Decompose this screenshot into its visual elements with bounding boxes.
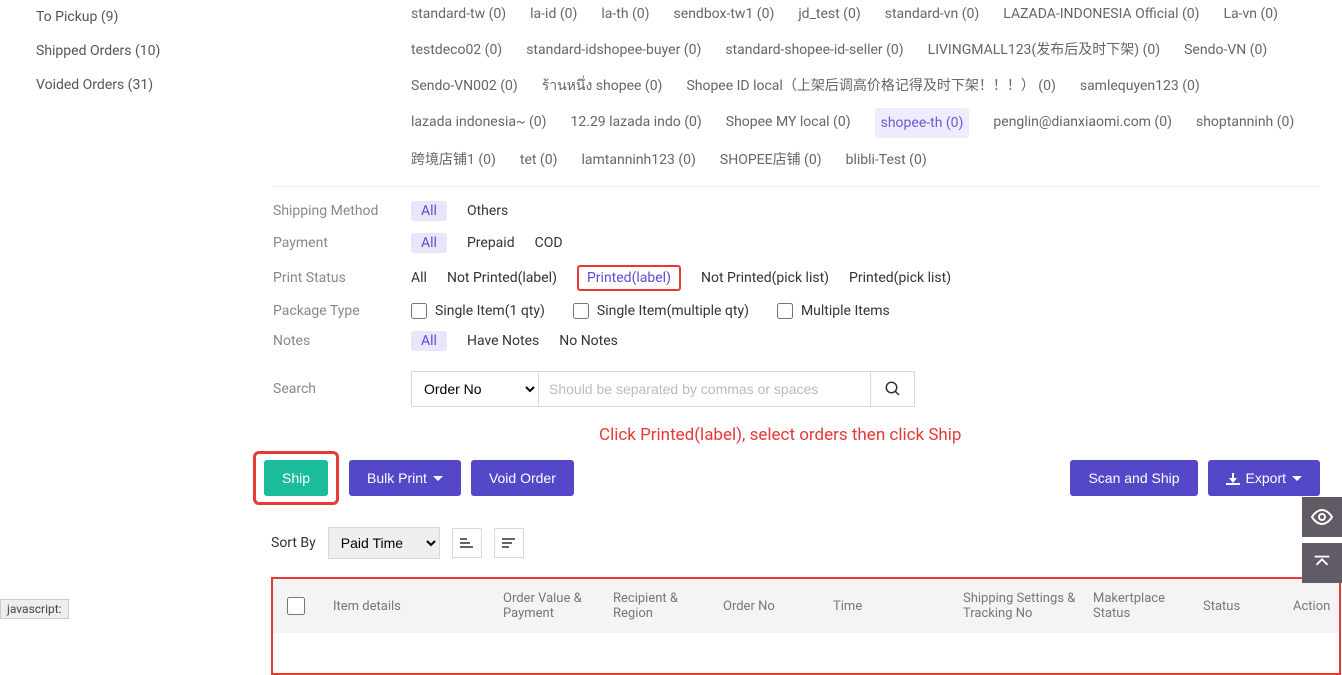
sort-desc-button[interactable] — [494, 528, 524, 558]
notes-have[interactable]: Have Notes — [467, 333, 539, 349]
notes-label: Notes — [273, 333, 411, 349]
col-order-value: Order Value & Payment — [503, 591, 603, 621]
store-item[interactable]: standard-shopee-id-seller (0) — [725, 36, 903, 64]
sidebar-item-voided-orders[interactable]: Voided Orders (31) — [18, 68, 248, 102]
payment-cod[interactable]: COD — [535, 235, 563, 251]
store-item[interactable]: standard-tw (0) — [411, 0, 506, 28]
col-marketplace-status: Makertplace Status — [1093, 591, 1193, 621]
store-item[interactable]: sendbox-tw1 (0) — [674, 0, 775, 28]
void-order-button[interactable]: Void Order — [471, 460, 574, 496]
status-bar-text: javascript: — [0, 599, 69, 619]
payment-prepaid[interactable]: Prepaid — [467, 235, 515, 251]
store-item[interactable]: LAZADA-INDONESIA Official (0) — [1003, 0, 1199, 28]
search-label: Search — [273, 381, 411, 397]
eye-float-button[interactable] — [1302, 497, 1342, 537]
table-body-empty — [271, 633, 1341, 675]
store-item[interactable]: lamtanninh123 (0) — [581, 146, 695, 174]
shipping-method-label: Shipping Method — [273, 203, 411, 219]
search-type-select[interactable]: Order No — [411, 371, 539, 407]
sort-by-label: Sort By — [271, 535, 316, 551]
store-item[interactable]: Sendo-VN002 (0) — [411, 72, 518, 100]
download-icon — [1226, 471, 1240, 485]
store-item[interactable]: LIVINGMALL123(发布后及时下架) (0) — [928, 36, 1160, 64]
store-item[interactable]: 12.29 lazada indo (0) — [571, 108, 702, 138]
package-type-single-multi[interactable]: Single Item(multiple qty) — [573, 303, 749, 319]
payment-label: Payment — [273, 235, 411, 251]
sort-asc-button[interactable] — [452, 528, 482, 558]
ship-button[interactable]: Ship — [264, 460, 328, 496]
store-item[interactable]: Shopee MY local (0) — [726, 108, 851, 138]
store-item[interactable]: standard-idshopee-buyer (0) — [526, 36, 701, 64]
bulk-print-button[interactable]: Bulk Print — [349, 460, 461, 496]
store-item[interactable]: shoptanninh (0) — [1196, 108, 1294, 138]
export-button[interactable]: Export — [1208, 460, 1320, 496]
print-status-all[interactable]: All — [411, 270, 427, 286]
instruction-text: Click Printed(label), select orders then… — [599, 425, 1320, 445]
col-item-details: Item details — [333, 599, 493, 614]
package-type-multiple[interactable]: Multiple Items — [777, 303, 890, 319]
table-header-row: Item details Order Value & Payment Recip… — [271, 577, 1341, 633]
col-recipient: Recipient & Region — [613, 591, 713, 621]
col-time: Time — [833, 599, 953, 614]
search-button[interactable] — [871, 371, 915, 407]
package-type-label: Package Type — [273, 303, 411, 319]
print-status-printed-label[interactable]: Printed(label) — [577, 265, 681, 291]
col-order-no: Order No — [723, 599, 823, 614]
sort-asc-icon — [459, 536, 475, 550]
payment-all[interactable]: All — [411, 233, 447, 253]
col-shipping-settings: Shipping Settings & Tracking No — [963, 591, 1083, 621]
sort-by-select[interactable]: Paid Time — [328, 527, 440, 559]
store-item[interactable]: la-th (0) — [601, 0, 649, 28]
store-item[interactable]: penglin@dianxiaomi.com (0) — [993, 108, 1172, 138]
package-type-single1[interactable]: Single Item(1 qty) — [411, 303, 545, 319]
store-item[interactable]: lazada indonesia~ (0) — [411, 108, 547, 138]
chevron-down-icon — [1292, 476, 1302, 481]
store-item[interactable]: Sendo-VN (0) — [1184, 36, 1267, 64]
col-action: Action — [1293, 599, 1342, 614]
sidebar-item-to-pickup[interactable]: To Pickup (9) — [18, 0, 248, 34]
print-status-label: Print Status — [273, 270, 411, 286]
store-item[interactable]: shopee-th (0) — [875, 108, 970, 138]
print-status-not-printed-label[interactable]: Not Printed(label) — [447, 270, 557, 286]
scroll-top-float-button[interactable] — [1302, 543, 1342, 583]
store-item[interactable]: La-vn (0) — [1224, 0, 1279, 28]
store-item[interactable]: la-id (0) — [530, 0, 577, 28]
sort-desc-icon — [501, 536, 517, 550]
store-item[interactable]: blibli-Test (0) — [846, 146, 927, 174]
search-input[interactable] — [539, 371, 871, 407]
store-item[interactable]: samlequyen123 (0) — [1080, 72, 1200, 100]
arrow-up-icon — [1311, 552, 1333, 574]
search-icon — [884, 380, 902, 398]
scan-and-ship-button[interactable]: Scan and Ship — [1070, 460, 1197, 496]
store-item[interactable]: SHOPEE店铺 (0) — [720, 146, 822, 174]
print-status-not-printed-picklist[interactable]: Not Printed(pick list) — [701, 270, 829, 286]
store-item[interactable]: standard-vn (0) — [885, 0, 980, 28]
store-item[interactable]: Shopee ID local（上架后调高价格记得及时下架！！！） (0) — [686, 72, 1055, 100]
store-item[interactable]: jd_test (0) — [798, 0, 860, 28]
store-item[interactable]: testdeco02 (0) — [411, 36, 502, 64]
notes-none[interactable]: No Notes — [559, 333, 618, 349]
store-item[interactable]: ร้านหนึ่ง shopee (0) — [542, 72, 663, 100]
notes-all[interactable]: All — [411, 331, 447, 351]
col-status: Status — [1203, 599, 1283, 614]
select-all-checkbox[interactable] — [287, 597, 305, 615]
store-item[interactable]: 跨境店铺1 (0) — [411, 146, 496, 174]
eye-icon — [1310, 505, 1334, 529]
sidebar-item-shipped-orders[interactable]: Shipped Orders (10) — [18, 34, 248, 68]
store-item[interactable]: tet (0) — [520, 146, 558, 174]
chevron-down-icon — [433, 476, 443, 481]
print-status-printed-picklist[interactable]: Printed(pick list) — [849, 270, 951, 286]
shipping-method-others[interactable]: Others — [467, 203, 508, 219]
shipping-method-all[interactable]: All — [411, 201, 447, 221]
